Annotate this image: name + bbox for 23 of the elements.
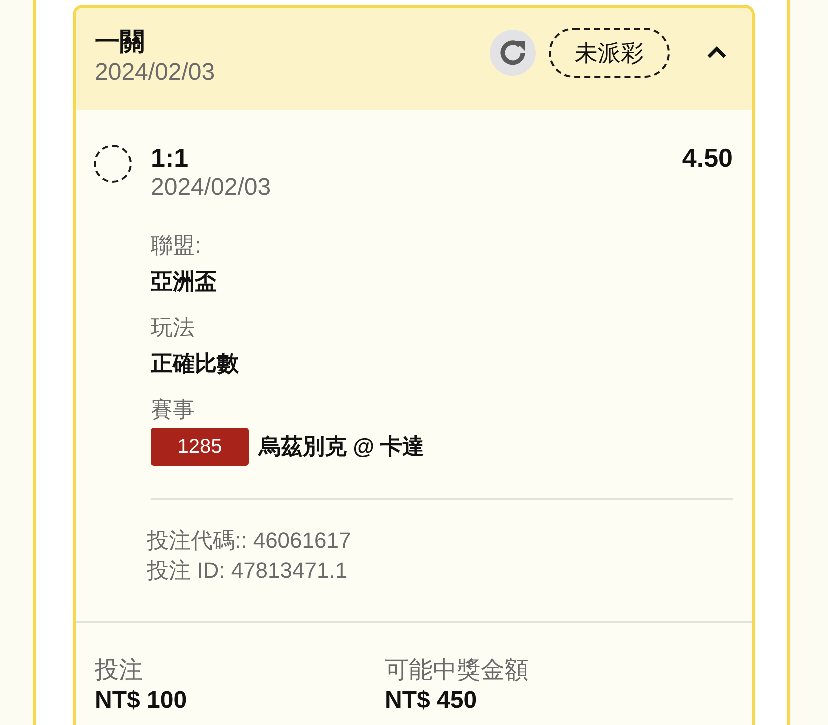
summary-label: 投注	[95, 656, 143, 686]
chevron-up-icon	[706, 46, 728, 60]
detail-value: 亞洲盃	[151, 268, 217, 296]
detail-label: 聯盟:	[151, 232, 202, 260]
summary-value: NT$ 450	[385, 686, 478, 716]
match-number-badge: 1285	[151, 428, 249, 466]
bet-title: 一關	[95, 27, 145, 57]
selection-date: 2024/02/03	[151, 173, 272, 203]
collapse-button[interactable]	[706, 46, 728, 60]
status-tag: 未派彩	[549, 28, 670, 78]
bet-code-text: 投注 ID: 47813471.1	[147, 557, 348, 585]
bet-date: 2024/02/03	[95, 58, 216, 88]
refresh-button[interactable]	[490, 30, 536, 76]
score-text: 1:1	[151, 143, 189, 173]
detail-label: 玩法	[151, 314, 195, 342]
summary-value: NT$ 100	[95, 686, 188, 716]
detail-value: 正確比數	[151, 350, 239, 378]
detail-label: 賽事	[151, 396, 195, 424]
odds-text: 4.50	[682, 143, 733, 173]
detail-value: 烏茲別克 @ 卡達	[259, 433, 425, 461]
bet-code-text: 投注代碼:: 46061617	[147, 527, 352, 555]
radio-button[interactable]	[94, 145, 132, 183]
summary-label: 可能中獎金額	[385, 656, 529, 686]
